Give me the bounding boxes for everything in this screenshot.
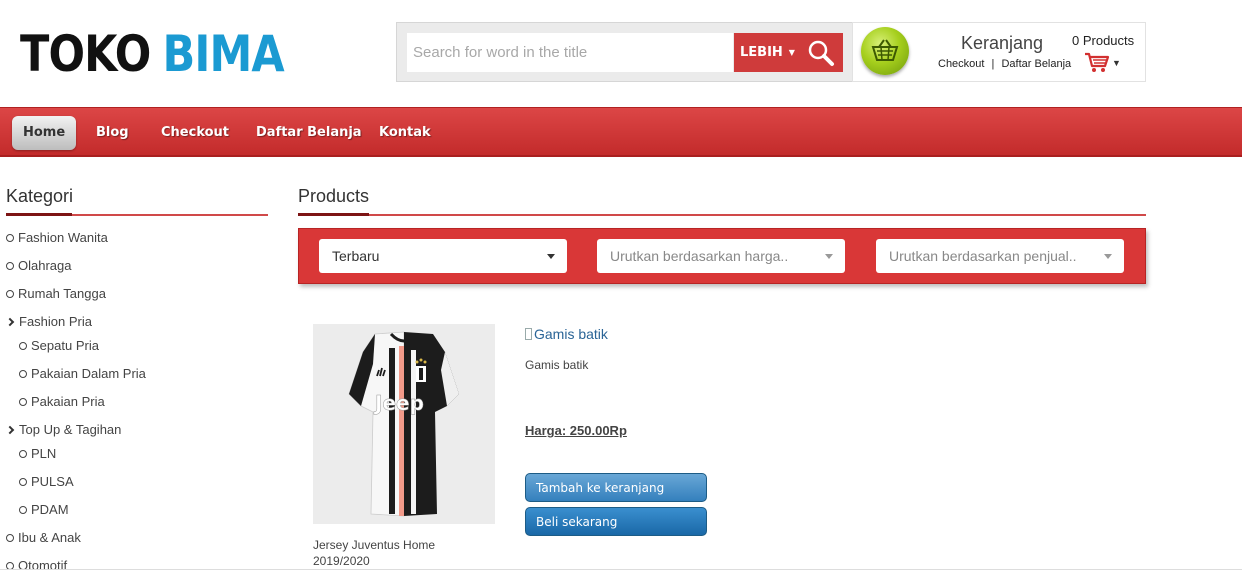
products-title: Products	[298, 186, 370, 206]
circle-bullet-icon	[6, 289, 14, 298]
nav-shopping-list[interactable]: Daftar Belanja	[256, 116, 362, 150]
category-label: Pakaian Dalam Pria	[31, 366, 146, 381]
search-button[interactable]	[798, 33, 843, 72]
dropdown-arrow-icon	[1104, 253, 1112, 259]
jersey-image: Jeep	[348, 331, 459, 517]
cart-summary: Keranjang Checkout | Daftar Belanja 0 Pr…	[852, 22, 1146, 82]
category-label: Olahraga	[18, 258, 72, 273]
jersey-sponsor-text: Jeep	[373, 391, 424, 415]
nav-blog[interactable]: Blog	[96, 116, 129, 150]
category-label: Fashion Wanita	[18, 230, 108, 245]
more-options-button[interactable]: LEBIH ▼	[734, 33, 798, 72]
category-rumah-tangga[interactable]: Rumah Tangga	[6, 286, 106, 301]
nav-checkout[interactable]: Checkout	[161, 116, 229, 150]
logo-word-toko: TOKO	[20, 25, 151, 83]
cart-dropdown[interactable]: ▼	[1084, 51, 1124, 75]
product-name[interactable]: Jersey Juventus Home 2019/2020	[313, 537, 493, 569]
add-to-cart-button[interactable]: Tambah ke keranjang	[525, 473, 707, 502]
product-description: Gamis batik	[525, 358, 589, 372]
search-input[interactable]	[407, 33, 733, 72]
search-box: LEBIH ▼	[396, 22, 853, 82]
circle-bullet-icon	[19, 505, 27, 514]
circle-bullet-icon	[19, 397, 27, 406]
category-pdam[interactable]: PDAM	[19, 502, 69, 517]
circle-bullet-icon	[6, 533, 14, 542]
select-value: Terbaru	[332, 248, 380, 264]
category-pln[interactable]: PLN	[19, 446, 56, 461]
cart-title: Keranjang	[961, 33, 1044, 53]
category-label: Rumah Tangga	[18, 286, 106, 301]
sort-price-select[interactable]: Urutkan berdasarkan harga..	[597, 239, 845, 273]
link-separator: |	[991, 58, 995, 70]
filter-bar: Terbaru Urutkan berdasarkan harga.. Urut…	[298, 228, 1146, 284]
dropdown-arrow-icon	[547, 253, 555, 259]
category-label: PDAM	[31, 502, 69, 517]
product-image-gamis[interactable]: Gamis batik	[525, 326, 608, 342]
checkout-link[interactable]: Checkout	[938, 58, 984, 70]
sort-newest-select[interactable]: Terbaru	[319, 239, 567, 273]
category-label: PULSA	[31, 474, 74, 489]
site-logo[interactable]: TOKO BIMA	[20, 25, 285, 83]
logo-word-bima: BIMA	[162, 25, 284, 83]
circle-bullet-icon	[6, 261, 14, 270]
cart-links: Checkout | Daftar Belanja	[938, 58, 1071, 70]
shopping-cart-icon	[1085, 52, 1110, 72]
search-icon	[808, 40, 834, 66]
basket-icon[interactable]	[861, 27, 909, 75]
cart-count: 0 Products	[1072, 33, 1135, 48]
product-image-jersey[interactable]: Jeep	[313, 324, 495, 524]
sidebar-title: Kategori	[6, 186, 74, 206]
circle-bullet-icon	[19, 449, 27, 458]
select-placeholder: Urutkan berdasarkan penjual..	[889, 248, 1077, 264]
category-olahraga[interactable]: Olahraga	[6, 258, 71, 273]
circle-bullet-icon	[6, 233, 14, 242]
select-placeholder: Urutkan berdasarkan harga..	[610, 248, 789, 264]
caret-down-icon: ▼	[788, 48, 795, 57]
category-top-up-tagihan[interactable]: Top Up & Tagihan	[5, 422, 122, 437]
circle-bullet-icon	[19, 369, 27, 378]
category-label: Pakaian Pria	[31, 394, 105, 409]
chevron-right-icon	[5, 317, 15, 326]
dropdown-arrow-icon	[825, 253, 833, 259]
category-label: Fashion Pria	[19, 314, 92, 329]
category-label: Ibu & Anak	[18, 530, 81, 545]
broken-image-icon	[525, 328, 532, 340]
circle-bullet-icon	[19, 341, 27, 350]
product-price: Harga: 250.00Rp	[525, 423, 627, 438]
category-label: Top Up & Tagihan	[19, 422, 122, 437]
more-options-label: LEBIH	[740, 45, 783, 60]
category-pakaian-dalam-pria[interactable]: Pakaian Dalam Pria	[19, 366, 146, 381]
category-label: Sepatu Pria	[31, 338, 99, 353]
category-pulsa[interactable]: PULSA	[19, 474, 74, 489]
caret-down-icon: ▼	[1112, 58, 1121, 68]
nav-home[interactable]: Home	[12, 116, 77, 150]
category-fashion-pria[interactable]: Fashion Pria	[5, 314, 92, 329]
category-ibu-anak[interactable]: Ibu & Anak	[6, 530, 81, 545]
nav-contact[interactable]: Kontak	[379, 116, 431, 150]
circle-bullet-icon	[19, 477, 27, 486]
sort-sales-select[interactable]: Urutkan berdasarkan penjual..	[876, 239, 1124, 273]
products-divider	[298, 213, 1146, 216]
category-sepatu-pria[interactable]: Sepatu Pria	[19, 338, 99, 353]
category-label: PLN	[31, 446, 57, 461]
image-alt-text: Gamis batik	[534, 326, 608, 342]
sidebar-divider	[6, 213, 268, 216]
chevron-right-icon	[5, 425, 15, 434]
buy-now-button[interactable]: Beli sekarang	[525, 507, 707, 536]
category-pakaian-pria[interactable]: Pakaian Pria	[19, 394, 105, 409]
shopping-list-link[interactable]: Daftar Belanja	[1001, 58, 1071, 70]
main-nav: Home Blog Checkout Daftar Belanja Kontak	[0, 107, 1242, 157]
category-fashion-wanita[interactable]: Fashion Wanita	[6, 230, 108, 245]
